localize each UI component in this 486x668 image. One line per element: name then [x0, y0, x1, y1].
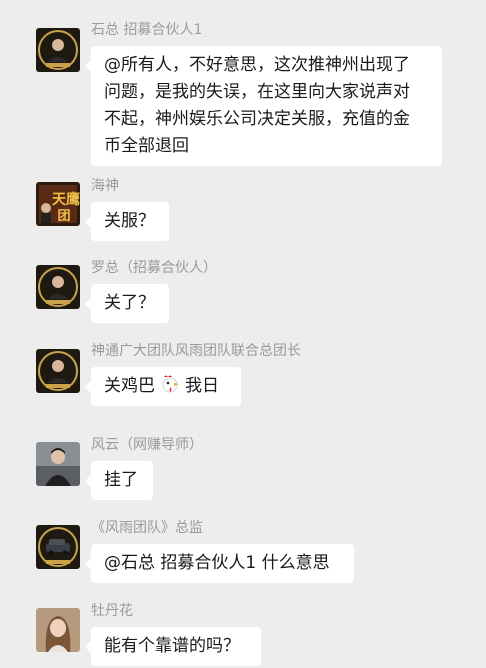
chat-message: 牡丹花 能有个靠谱的吗？ [0, 603, 486, 668]
message-bubble[interactable]: 能有个靠谱的吗？ [85, 627, 261, 666]
message-text: 我日 [185, 376, 219, 396]
message-bubble[interactable]: 关服？ [85, 202, 169, 241]
message-line: @所有人，不好意思，这次推神州出现了 [104, 55, 410, 75]
chat-message: 风云（网赚导师） 挂了 [0, 437, 486, 507]
sender-name: 海神 [91, 178, 119, 194]
chat-message: 石总 招募合伙人1 @所有人，不好意思，这次推神州出现了 问题，是我的失误，在这… [0, 22, 486, 166]
rooster-icon [159, 373, 181, 395]
message-line: 挂了 [104, 470, 138, 490]
sender-name: 罗总（招募合伙人） [91, 260, 217, 276]
avatar[interactable] [36, 608, 80, 652]
svg-text:天鹰: 天鹰 [52, 191, 80, 208]
message-line: 币全部退回 [104, 136, 189, 156]
message-bubble[interactable]: 挂了 [85, 461, 153, 500]
message-line: 问题，是我的失误，在这里向大家说声对 [104, 82, 410, 102]
chat-message: 罗总（招募合伙人） 关了？ [0, 260, 486, 330]
message-line: 关服？ [104, 211, 155, 231]
sender-name: 牡丹花 [91, 603, 133, 619]
message-line: 关鸡巴 我日 [104, 373, 228, 400]
message-bubble[interactable]: @所有人，不好意思，这次推神州出现了 问题，是我的失误，在这里向大家说声对 不起… [85, 46, 442, 166]
avatar-man-suit-icon [36, 349, 80, 393]
avatar[interactable] [36, 349, 80, 393]
sender-name: 神通广大团队风雨团队联合总团长 [91, 343, 301, 359]
sender-name: 风云（网赚导师） [91, 437, 203, 453]
avatar[interactable] [36, 442, 80, 486]
woman-photo-icon [36, 608, 80, 652]
message-line: @石总 招募合伙人1 什么意思 [104, 553, 330, 573]
svg-text:团: 团 [57, 209, 70, 224]
message-bubble[interactable]: @石总 招募合伙人1 什么意思 [85, 544, 354, 583]
avatar[interactable] [36, 265, 80, 309]
avatar[interactable]: 天鹰 团 [36, 182, 80, 226]
car-badge-icon [36, 525, 80, 569]
tianying-team-logo-icon: 天鹰 团 [36, 182, 80, 226]
message-bubble[interactable]: 关鸡巴 我日 [85, 367, 241, 406]
avatar-man-suit-icon [36, 265, 80, 309]
message-bubble[interactable]: 关了？ [85, 284, 169, 323]
man-photo-icon [36, 442, 80, 486]
message-line: 能有个靠谱的吗？ [104, 636, 240, 656]
avatar[interactable] [36, 525, 80, 569]
avatar-man-suit-icon [36, 28, 80, 72]
avatar[interactable] [36, 28, 80, 72]
chat-message: 天鹰 团 海神 关服？ [0, 178, 486, 248]
sender-name: 《风雨团队》总监 [91, 520, 203, 536]
chat-message: 《风雨团队》总监 @石总 招募合伙人1 什么意思 [0, 520, 486, 592]
message-text: 关鸡巴 [104, 376, 155, 396]
sender-name: 石总 招募合伙人1 [91, 22, 203, 38]
chat-message: 神通广大团队风雨团队联合总团长 关鸡巴 我日 [0, 343, 486, 423]
message-line: 不起，神州娱乐公司决定关服，充值的金 [104, 109, 410, 129]
message-line: 关了？ [104, 293, 155, 313]
